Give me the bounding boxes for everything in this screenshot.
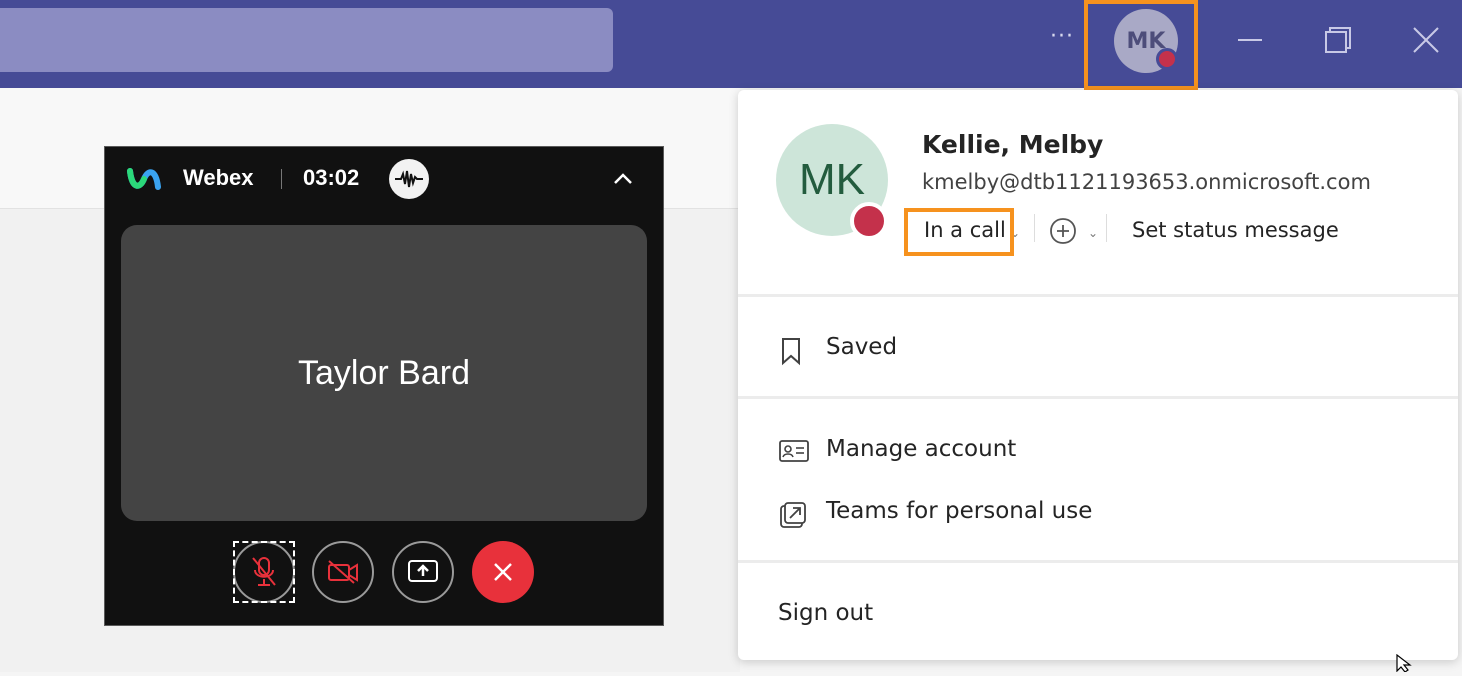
profile-name: Kellie, Melby bbox=[922, 130, 1104, 159]
manage-account-menu-item[interactable]: Manage account bbox=[738, 426, 1458, 476]
webex-header: Webex 03:02 bbox=[105, 147, 663, 211]
add-status-icon[interactable] bbox=[1048, 216, 1078, 250]
avatar-highlight-box bbox=[1084, 0, 1198, 90]
header-divider bbox=[281, 169, 282, 189]
sign-out-label: Sign out bbox=[778, 600, 874, 626]
more-options-button[interactable]: ··· bbox=[1050, 24, 1074, 49]
divider bbox=[738, 294, 1458, 297]
mouse-pointer-icon bbox=[1396, 653, 1416, 676]
title-bar: ··· MK bbox=[0, 0, 1462, 88]
presence-busy-icon bbox=[850, 202, 888, 240]
end-call-button[interactable] bbox=[472, 541, 534, 603]
video-off-icon bbox=[328, 560, 358, 584]
divider bbox=[738, 396, 1458, 399]
restore-icon[interactable] bbox=[1318, 20, 1358, 60]
minimize-icon[interactable] bbox=[1230, 20, 1270, 60]
status-divider bbox=[1034, 214, 1035, 242]
contact-card-icon bbox=[779, 440, 809, 462]
status-divider bbox=[1106, 214, 1107, 242]
teams-personal-menu-item[interactable]: Teams for personal use bbox=[738, 488, 1458, 538]
share-screen-icon bbox=[408, 560, 438, 582]
focus-outline bbox=[233, 541, 295, 603]
profile-email: kmelby@dtb1121193653.onmicrosoft.com bbox=[922, 170, 1371, 194]
webex-app-name: Webex bbox=[183, 165, 254, 190]
menu-label: Saved bbox=[826, 334, 898, 360]
participant-name: Taylor Bard bbox=[298, 353, 470, 392]
set-status-message-button[interactable]: Set status message bbox=[1132, 218, 1339, 242]
open-external-icon bbox=[780, 502, 806, 528]
profile-panel: MK Kellie, Melby kmelby@dtb1121193653.on… bbox=[738, 90, 1458, 660]
close-icon[interactable] bbox=[1406, 20, 1446, 60]
saved-menu-item[interactable]: Saved bbox=[738, 324, 1458, 374]
chevron-up-icon[interactable] bbox=[611, 167, 635, 195]
webex-logo-icon bbox=[127, 165, 161, 197]
chevron-down-icon: ⌄ bbox=[1088, 226, 1099, 240]
share-screen-button[interactable] bbox=[392, 541, 454, 603]
search-bar[interactable] bbox=[0, 8, 613, 72]
call-timer: 03:02 bbox=[303, 165, 360, 190]
stop-video-button[interactable] bbox=[312, 541, 374, 603]
menu-label: Teams for personal use bbox=[826, 498, 1093, 524]
webex-call-window: Webex 03:02 Taylor Bard bbox=[104, 146, 664, 626]
divider bbox=[738, 560, 1458, 563]
menu-label: Manage account bbox=[826, 436, 1017, 462]
status-highlight-box bbox=[904, 208, 1014, 256]
participant-video-tile: Taylor Bard bbox=[121, 225, 647, 521]
bookmark-icon bbox=[782, 338, 800, 366]
sign-out-button[interactable]: Sign out bbox=[738, 590, 1458, 640]
audio-wave-icon[interactable] bbox=[389, 159, 429, 199]
end-call-icon bbox=[494, 563, 512, 581]
